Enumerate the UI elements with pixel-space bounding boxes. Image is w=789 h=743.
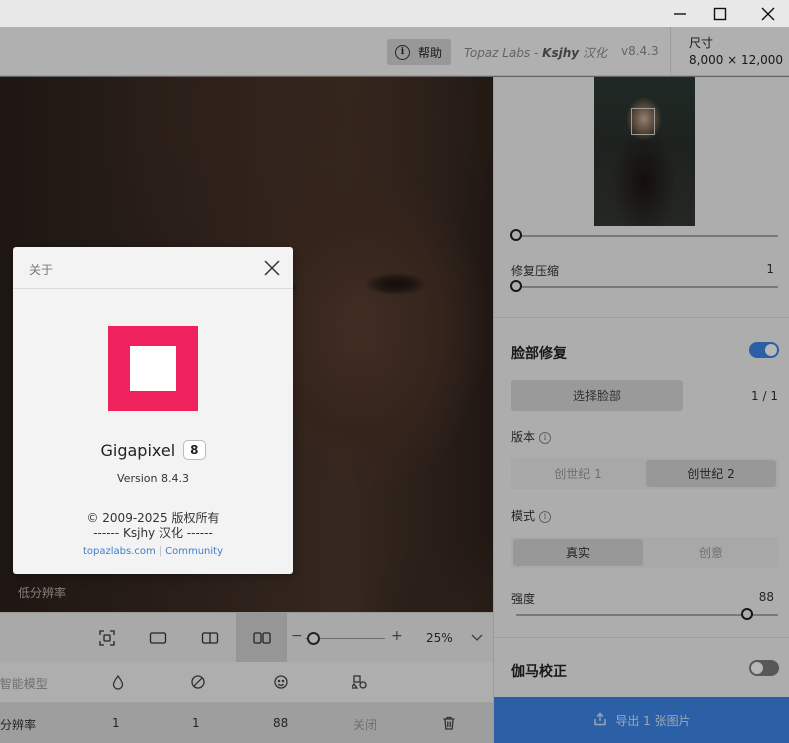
dialog-links: topazlabs.com | Community	[13, 546, 293, 557]
version-text: Version 8.4.3	[117, 472, 189, 485]
credit-text: ------ Ksjhy 汉化 ------	[93, 526, 213, 540]
minimize-button[interactable]	[660, 0, 700, 27]
close-icon	[264, 260, 280, 276]
dialog-close-button[interactable]	[261, 257, 283, 279]
title-bar	[0, 0, 789, 27]
topazlabs-link[interactable]: topazlabs.com	[83, 546, 156, 557]
maximize-button[interactable]	[700, 0, 740, 27]
close-icon	[761, 7, 775, 20]
product-title: Gigapixel 8	[13, 440, 293, 460]
minimize-icon	[674, 12, 686, 15]
about-dialog: 关于 Gigapixel 8 Version 8.4.3 © 2009-2025…	[13, 247, 293, 574]
product-version-badge: 8	[183, 440, 206, 460]
dialog-title: 关于	[29, 263, 54, 277]
link-separator: |	[158, 546, 163, 557]
dialog-header: 关于	[13, 247, 293, 289]
close-window-button[interactable]	[748, 0, 788, 27]
gigapixel-logo	[108, 326, 198, 411]
community-link[interactable]: Community	[165, 546, 223, 557]
product-name: Gigapixel	[100, 440, 176, 460]
logo-inner-square	[130, 346, 176, 391]
maximize-icon	[713, 7, 727, 20]
